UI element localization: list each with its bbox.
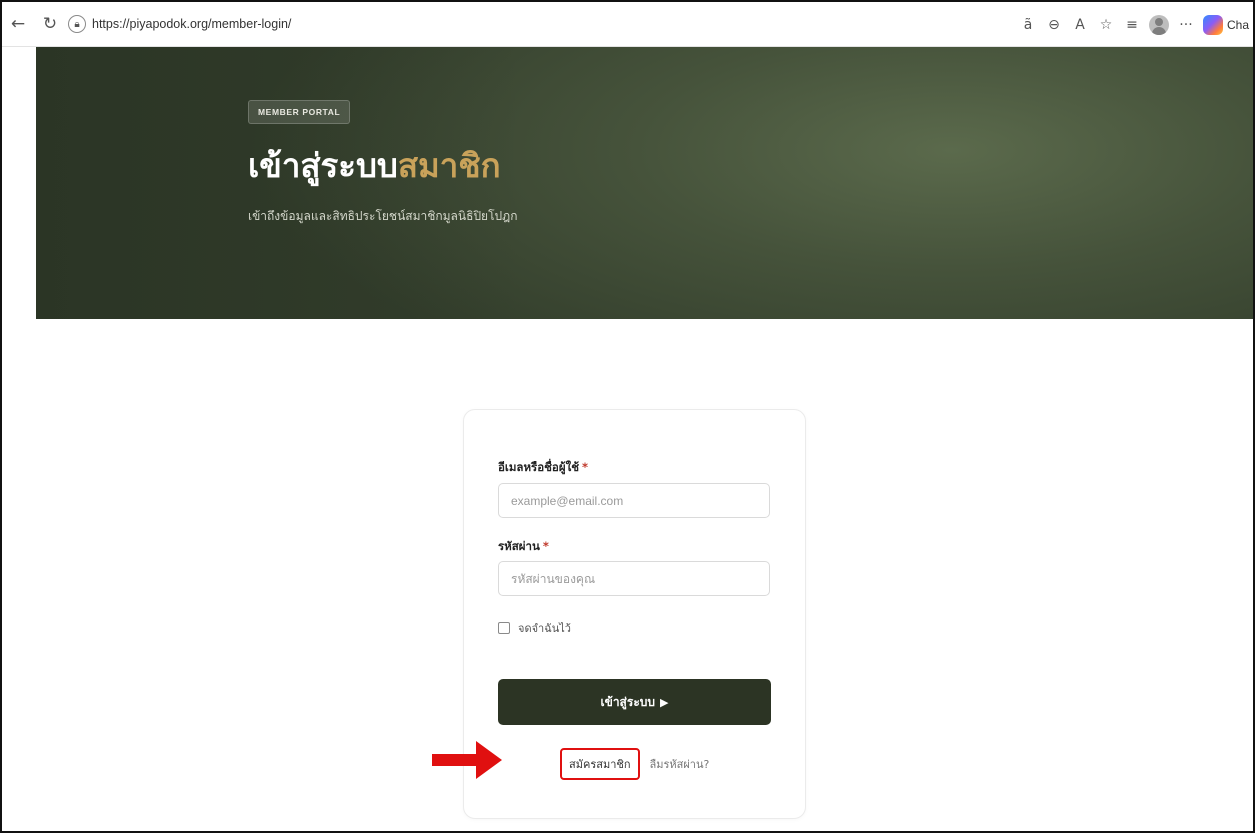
reload-icon[interactable]: ↻ xyxy=(38,12,62,36)
page-title-accent: สมาชิก xyxy=(397,146,501,185)
play-arrow-icon: ▶ xyxy=(660,695,669,709)
remember-me[interactable]: จดจำฉันไว้ xyxy=(498,619,571,637)
login-button-label: เข้าสู่ระบบ xyxy=(600,694,656,709)
read-aloud-a-icon[interactable]: A xyxy=(1071,17,1089,33)
required-mark: * xyxy=(582,460,589,474)
page-title-main: เข้าสู่ระบบ xyxy=(248,146,398,185)
password-label: รหัสผ่าน * xyxy=(498,538,549,556)
lock-icon[interactable]: 🔒︎ xyxy=(68,15,86,33)
more-icon[interactable]: ··· xyxy=(1177,17,1195,33)
toolbar-right-icons: ã ⊖ A ☆ ≡ ··· Cha xyxy=(1019,2,1253,47)
address-bar-url[interactable]: https://piyapodok.org/member-login/ xyxy=(92,17,291,31)
back-arrow-icon[interactable]: ← xyxy=(6,12,30,36)
copilot-icon[interactable] xyxy=(1202,14,1223,35)
required-mark: * xyxy=(542,539,549,553)
password-field[interactable] xyxy=(498,561,770,596)
member-portal-badge: MEMBER PORTAL xyxy=(248,100,351,124)
page-title: เข้าสู่ระบบสมาชิก xyxy=(248,139,501,192)
zoom-out-icon[interactable]: ⊖ xyxy=(1045,17,1063,33)
email-field[interactable] xyxy=(498,483,770,518)
read-aloud-icon[interactable]: ã xyxy=(1019,17,1037,33)
login-card: อีเมลหรือชื่อผู้ใช้* รหัสผ่าน* จดจำฉันไว… xyxy=(463,409,806,819)
email-label: อีเมลหรือชื่อผู้ใช้ * xyxy=(498,459,588,477)
copilot-label[interactable]: Cha xyxy=(1227,18,1249,32)
favorite-star-icon[interactable]: ☆ xyxy=(1097,17,1115,33)
browser-toolbar: ← ↻ 🔒︎ https://piyapodok.org/member-logi… xyxy=(2,2,1253,47)
forgot-password-link[interactable]: ลืมรหัสผ่าน? xyxy=(650,755,710,773)
favorites-list-icon[interactable]: ≡ xyxy=(1123,17,1141,33)
remember-label: จดจำฉันไว้ xyxy=(518,622,571,635)
login-button[interactable]: เข้าสู่ระบบ ▶ xyxy=(498,679,771,725)
page-subtitle: เข้าถึงข้อมูลและสิทธิประโยชน์สมาชิกมูลนิ… xyxy=(248,209,518,223)
auth-links: สมัครสมาชิก ลืมรหัสผ่าน? xyxy=(560,748,709,780)
register-link[interactable]: สมัครสมาชิก xyxy=(560,748,640,780)
hero-banner: MEMBER PORTAL เข้าสู่ระบบสมาชิก เข้าถึงข… xyxy=(36,47,1253,319)
browser-window: ← ↻ 🔒︎ https://piyapodok.org/member-logi… xyxy=(0,0,1255,833)
annotation-arrow-icon xyxy=(432,741,502,779)
email-label-text: อีเมลหรือชื่อผู้ใช้ xyxy=(498,460,579,474)
remember-checkbox[interactable] xyxy=(498,622,510,634)
password-label-text: รหัสผ่าน xyxy=(498,539,540,553)
profile-icon[interactable] xyxy=(1148,14,1169,35)
